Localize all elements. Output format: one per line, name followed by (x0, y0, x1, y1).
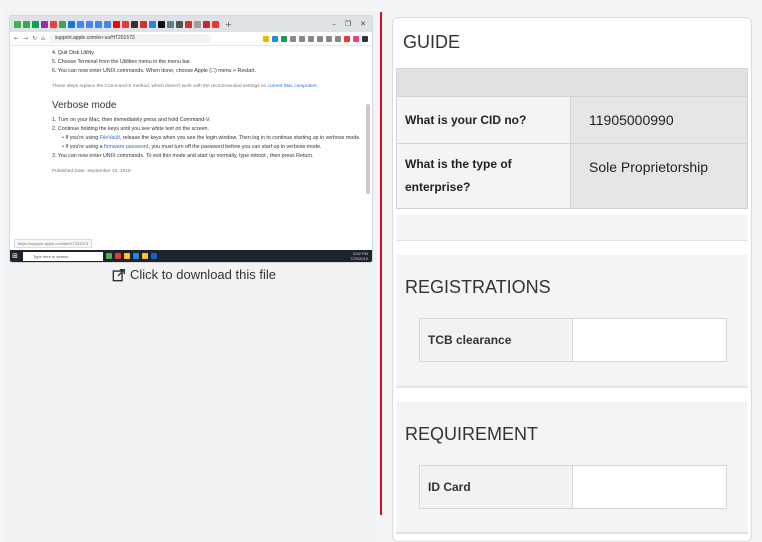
windows-taskbar: ⊞ Type here to search 5:52 PM 7/29/2019 (10, 250, 372, 262)
tab-favicon (14, 20, 21, 28)
registrations-title: REGISTRATIONS (405, 277, 551, 297)
tab-favicon (167, 20, 174, 28)
article-step: 1. Turn on your Mac, then immediately pr… (52, 117, 211, 123)
close-icon: ✕ (360, 20, 366, 28)
guide-card: GUIDE What is your CID no? 11905000990 W… (392, 17, 752, 542)
screenshot-thumbnail[interactable]: + – ❐ ✕ ← → ↻ ⌂ support.apple.com/en-us/HT… (9, 15, 373, 263)
minimize-icon: – (332, 20, 336, 28)
taskbar-app-icon (115, 253, 121, 259)
requirement-section: REQUIREMENT ID Card (396, 402, 748, 534)
tab-favicon (32, 20, 39, 28)
question-enterprise-type: What is the type of enterprise? (397, 144, 571, 208)
tab-favicon (131, 20, 138, 28)
status-url: https://support.apple.com/kb/HT201573 (14, 239, 93, 248)
attachment-pane: + – ❐ ✕ ← → ↻ ⌂ support.apple.com/en-us/HT… (4, 10, 376, 542)
requirement-item: ID Card (419, 465, 727, 509)
windows-start-icon: ⊞ (12, 252, 18, 260)
section-spacer (396, 215, 748, 241)
tab-favicon (203, 20, 210, 28)
taskbar-search: Type here to search (23, 251, 103, 261)
note-link: current Mac computers. (267, 84, 318, 89)
answer-enterprise-type: Sole Proprietorship (571, 144, 747, 208)
article-line: 6. You can now enter UNIX commands. When… (52, 68, 256, 74)
taskbar-app-icon (133, 253, 139, 259)
registration-item: TCB clearance (419, 318, 727, 362)
tab-favicon (212, 20, 219, 28)
article-heading: Verbose mode (52, 100, 117, 111)
thumbnail-scrollbar (366, 104, 370, 194)
external-link-icon (112, 268, 125, 281)
tab-favicon (59, 20, 66, 28)
tab-favicon (113, 20, 120, 28)
tab-favicon (185, 20, 192, 28)
maximize-icon: ❐ (344, 20, 352, 28)
new-tab-icon: + (225, 19, 232, 29)
published-date: Published Date: September 24, 2018 (52, 169, 131, 174)
question-cid: What is your CID no? (397, 97, 571, 143)
article-bullet: • If you're using FileVault, release the… (62, 135, 361, 141)
answer-cid: 11905000990 (571, 97, 747, 143)
tab-favicon (77, 20, 84, 28)
table-row: What is your CID no? 11905000990 (396, 97, 748, 144)
article-line: 4. Quit Disk Utility. (52, 50, 95, 56)
requirement-value (572, 466, 726, 508)
article-step: 3. You can now enter UNIX commands. To e… (52, 153, 314, 159)
table-header (396, 68, 748, 97)
download-link[interactable]: Click to download this file (112, 267, 276, 282)
guide-title: GUIDE (403, 32, 461, 52)
system-tray: 5:52 PM 7/29/2019 (350, 251, 368, 261)
tab-favicon (149, 20, 156, 28)
reload-icon: ↻ (32, 35, 38, 42)
tab-favicon (41, 20, 48, 28)
browser-address-bar: ← → ↻ ⌂ support.apple.com/en-us/HT201573 (10, 32, 372, 46)
guide-table: What is your CID no? 11905000990 What is… (396, 68, 748, 209)
tab-favicon (95, 20, 102, 28)
tab-favicon (140, 20, 147, 28)
requirement-title: REQUIREMENT (405, 424, 539, 444)
extension-icons (263, 35, 372, 42)
tab-favicon (194, 20, 201, 28)
registrations-section: REGISTRATIONS TCB clearance (396, 255, 748, 388)
registration-label: TCB clearance (420, 319, 572, 361)
tab-favicon (158, 20, 165, 28)
window-controls: – ❐ ✕ (332, 20, 372, 28)
firmware-link: firmware password (104, 144, 149, 150)
tab-favicon (86, 20, 93, 28)
article-line: 5. Choose Terminal from the Utilities me… (52, 59, 192, 65)
taskbar-app-icon (124, 253, 130, 259)
home-icon: ⌂ (41, 35, 45, 42)
filevault-link: FileVault (99, 135, 120, 141)
table-row: What is the type of enterprise? Sole Pro… (396, 144, 748, 209)
taskbar-app-icon (106, 253, 112, 259)
tab-favicon (50, 20, 57, 28)
tab-favicon (104, 20, 111, 28)
requirement-label: ID Card (420, 466, 572, 508)
browser-tab-bar: + – ❐ ✕ (10, 16, 372, 32)
tab-favicon (176, 20, 183, 28)
taskbar-app-icon (151, 253, 157, 259)
forward-icon: → (23, 35, 29, 42)
tab-favicon (68, 20, 75, 28)
tab-favicon (23, 20, 30, 28)
tab-favicon (122, 20, 129, 28)
url-field: support.apple.com/en-us/HT201573 (48, 34, 211, 43)
download-label: Click to download this file (130, 267, 276, 282)
back-icon: ← (14, 35, 20, 42)
registration-value (572, 319, 726, 361)
article-content: 4. Quit Disk Utility. 5. Choose Terminal… (10, 46, 372, 176)
article-step: 2. Continue holding the keys until you s… (52, 126, 209, 132)
article-note: These steps replace the Command-S method… (52, 84, 318, 89)
taskbar-app-icon (142, 253, 148, 259)
article-bullet: • If you're using a firmware password, y… (62, 144, 322, 150)
red-divider (380, 12, 382, 515)
